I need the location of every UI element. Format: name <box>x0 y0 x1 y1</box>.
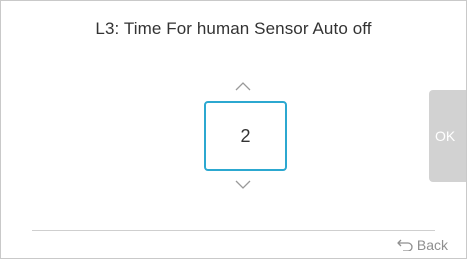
back-button[interactable]: Back <box>397 237 448 253</box>
chevron-down-icon[interactable] <box>235 180 251 190</box>
page-title: L3: Time For human Sensor Auto off <box>95 19 372 38</box>
divider <box>32 230 435 231</box>
settings-screen: L3: Time For human Sensor Auto off 2 OK … <box>0 0 467 259</box>
return-arrow-icon <box>397 239 413 251</box>
stepper-value: 2 <box>240 125 251 146</box>
value-stepper[interactable]: 2 <box>204 101 287 171</box>
ok-button-label: OK <box>435 128 456 144</box>
back-label: Back <box>416 237 448 253</box>
chevron-up-icon[interactable] <box>235 81 251 91</box>
ok-button[interactable]: OK <box>429 90 466 182</box>
